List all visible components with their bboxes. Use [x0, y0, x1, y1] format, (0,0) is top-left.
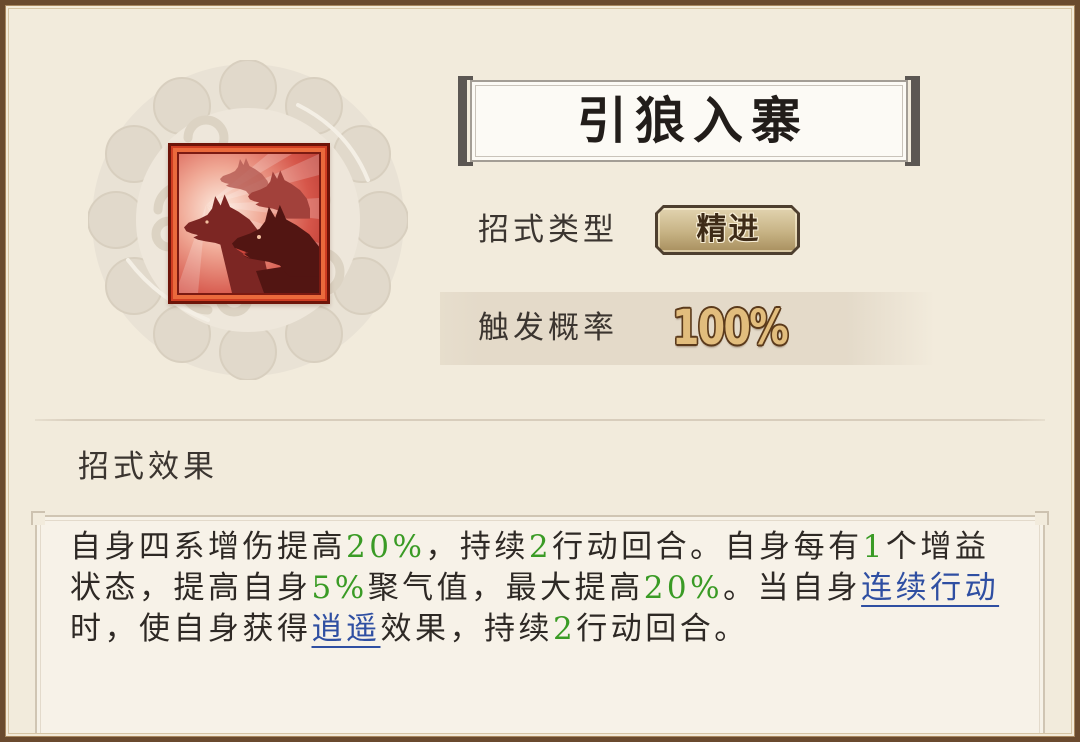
effect-text: ，持续 — [425, 529, 529, 565]
plaque-body: 引狼入寨 — [470, 80, 908, 162]
effect-value: 5% — [311, 570, 368, 606]
box-corner-ornament — [1035, 511, 1049, 525]
effect-description: 自身四系增伤提高 20% ，持续 2 行动回合。自身每有 1 个增益 状态，提高自身 5% 聚气… — [70, 527, 999, 650]
effect-text: 行动回合。 — [576, 611, 749, 647]
effect-line: 自身四系增伤提高 20% ，持续 2 行动回合。自身每有 1 个增益 — [70, 527, 999, 568]
effect-text: 自身四系增伤提高 — [70, 529, 346, 565]
section-divider — [35, 419, 1045, 421]
skill-name: 引狼入寨 — [577, 91, 809, 150]
skill-detail-panel: 引狼入寨 招式类型 精进 触发概率 100% 招式效果 自身四系增伤提高 20%，… — [0, 0, 1080, 742]
keyword-link-xiaoyao[interactable]: 逍遥 — [312, 609, 381, 650]
skill-type-value: 精进 — [696, 212, 761, 247]
effect-value: 1 — [862, 529, 886, 565]
effect-value: 20% — [643, 570, 724, 606]
effect-text: 个增益 — [885, 529, 990, 565]
skill-type-badge-body: 精进 — [658, 208, 797, 252]
skill-title-plaque: 引狼入寨 — [458, 76, 920, 166]
effect-line: 状态，提高自身 5% 聚气值，最大提高 20% 。当自身 连续行动 — [70, 568, 999, 609]
keyword-link-consecutive-action[interactable]: 连续行动 — [861, 568, 999, 609]
effect-value: 2 — [553, 611, 577, 647]
effect-text: 状态，提高自身 — [70, 570, 312, 606]
effect-text: 聚气值，最大提高 — [367, 570, 644, 606]
effect-value: 2 — [528, 529, 553, 565]
effect-text: 效果，持续 — [380, 611, 553, 647]
effect-text: 行动回合。自身每有 — [552, 529, 863, 565]
wolf-pack-icon — [168, 143, 330, 304]
effect-heading: 招式效果 — [78, 449, 218, 485]
trigger-chance-label: 触发概率 — [478, 310, 618, 346]
effect-text: 。当自身 — [723, 570, 862, 606]
skill-type-badge: 精进 — [655, 205, 800, 255]
skill-type-label: 招式类型 — [478, 212, 618, 248]
effect-line: 时，使自身获得 逍遥 效果，持续 2 行动回合。 — [70, 609, 999, 650]
trigger-chance-value: 100% — [672, 300, 789, 356]
box-corner-ornament — [31, 511, 45, 525]
effect-text: 时，使自身获得 — [70, 611, 312, 647]
effect-value: 20% — [346, 529, 426, 565]
